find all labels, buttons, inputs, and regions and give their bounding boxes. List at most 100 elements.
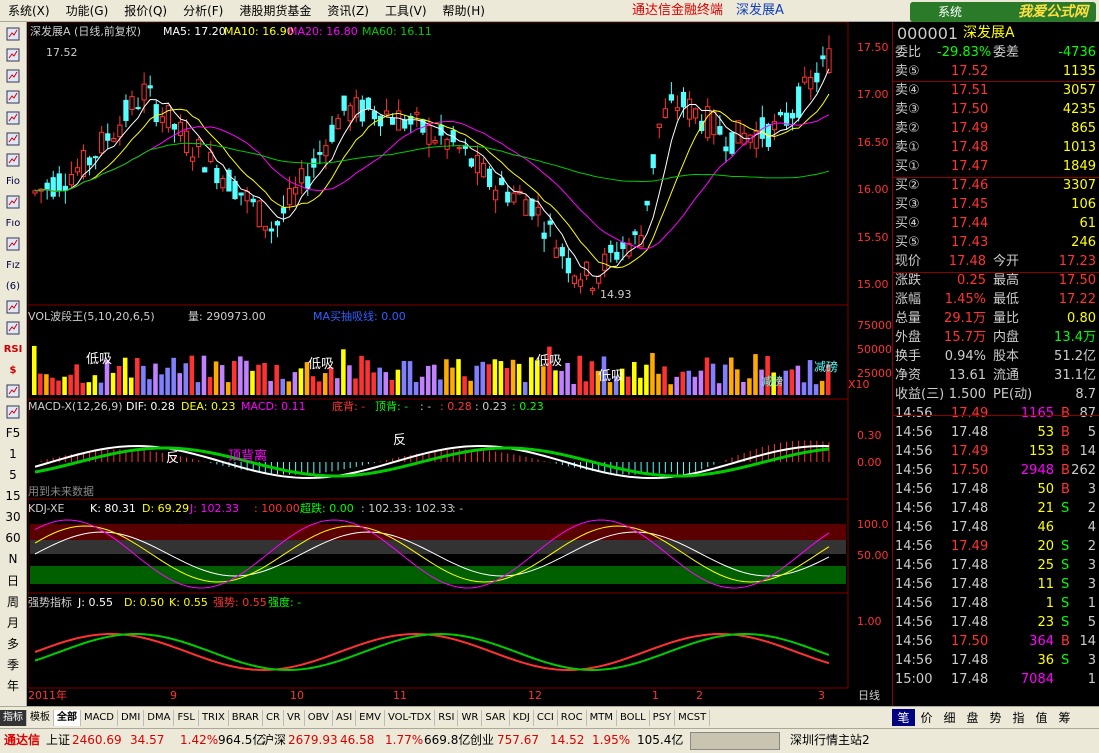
toolbar-button-13[interactable]	[3, 298, 23, 316]
tab-trix[interactable]: TRIX	[199, 709, 229, 726]
menu-tools[interactable]: 工具(V)	[377, 0, 435, 22]
tab-vr[interactable]: VR	[284, 709, 305, 726]
menu-news[interactable]: 资讯(Z)	[319, 0, 377, 22]
toolbar-button-19[interactable]: F5	[3, 424, 23, 442]
x-axis-label: 10	[290, 689, 304, 702]
quote-tab[interactable]: 势	[984, 709, 1007, 726]
tab-cr[interactable]: CR	[263, 709, 284, 726]
toolbar-button-1[interactable]	[3, 46, 23, 64]
toolbar-button-7[interactable]: Fio	[3, 172, 23, 190]
menu-function[interactable]: 功能(G)	[58, 0, 117, 22]
kdj-value: : -	[452, 502, 464, 515]
tab-vol-tdx[interactable]: VOL-TDX	[385, 709, 436, 726]
quote-tab[interactable]: 筹	[1053, 709, 1076, 726]
sz-index[interactable]: 2679.93	[288, 729, 338, 751]
tab-macd[interactable]: MACD	[81, 709, 118, 726]
period-label[interactable]: 日线	[858, 689, 880, 703]
toolbar-button-31[interactable]: 年	[3, 676, 23, 694]
toolbar-button-2[interactable]	[3, 67, 23, 85]
toolbar-button-17[interactable]	[3, 382, 23, 400]
menu-system[interactable]: 系统(X)	[0, 0, 58, 22]
toolbar-button-27[interactable]: 周	[3, 592, 23, 610]
system-button[interactable]: 系统	[938, 2, 962, 22]
tab-psy[interactable]: PSY	[650, 709, 676, 726]
quote-tab[interactable]: 指	[1007, 709, 1030, 726]
toolbar-button-25[interactable]: N	[3, 550, 23, 568]
toolbar-button-6[interactable]	[3, 151, 23, 169]
tab-brar[interactable]: BRAR	[229, 709, 263, 726]
tab-emv[interactable]: EMV	[356, 709, 385, 726]
toolbar-button-18[interactable]	[3, 403, 23, 421]
toolbar-button-3[interactable]	[3, 88, 23, 106]
toolbar-button-29[interactable]: 多	[3, 634, 23, 652]
candle-body	[111, 138, 117, 142]
toolbar-button-0[interactable]	[3, 25, 23, 43]
volume-bar	[389, 379, 395, 395]
cy-index[interactable]: 757.67	[497, 729, 539, 751]
toolbar-button-23[interactable]: 30	[3, 508, 23, 526]
tab-rsi[interactable]: RSI	[435, 709, 459, 726]
candle-body	[814, 72, 820, 83]
toolbar-button-9[interactable]: Fıo	[3, 214, 23, 232]
tab-全部[interactable]: 全部	[54, 709, 81, 726]
tab-fsl[interactable]: FSL	[174, 709, 199, 726]
toolbar-button-10[interactable]	[3, 235, 23, 253]
tab-cci[interactable]: CCI	[534, 709, 558, 726]
quote-tab[interactable]: 盘	[961, 709, 984, 726]
candle-body	[456, 147, 462, 150]
candle-body	[426, 124, 432, 145]
tab-kdj[interactable]: KDJ	[510, 709, 534, 726]
menu-analysis[interactable]: 分析(F)	[175, 0, 231, 22]
quote-tab[interactable]: 细	[938, 709, 961, 726]
toolbar-button-30[interactable]: 季	[3, 655, 23, 673]
volume-bar	[280, 378, 286, 395]
tab-boll[interactable]: BOLL	[617, 709, 650, 726]
toolbar-button-16[interactable]: $	[3, 361, 23, 379]
volume-bar	[310, 376, 316, 395]
tab-mcst[interactable]: MCST	[675, 709, 711, 726]
volume-bar	[335, 378, 340, 395]
quote-tab[interactable]: 值	[1030, 709, 1053, 726]
toolbar-button-21[interactable]: 5	[3, 466, 23, 484]
toolbar-button-28[interactable]: 月	[3, 613, 23, 631]
toolbar-button-4[interactable]	[3, 109, 23, 127]
toolbar-button-26[interactable]: 日	[3, 571, 23, 589]
volume-bar	[292, 372, 298, 395]
quote-tab[interactable]: 笔	[892, 709, 915, 726]
tab-roc[interactable]: ROC	[558, 709, 587, 726]
tab-dmi[interactable]: DMI	[118, 709, 145, 726]
tab-mtm[interactable]: MTM	[587, 709, 617, 726]
toolbar-button-15[interactable]: RSI	[3, 340, 23, 358]
toolbar-button-14[interactable]	[3, 319, 23, 337]
tab-asi[interactable]: ASI	[333, 709, 357, 726]
tab-模板[interactable]: 模板	[27, 709, 54, 726]
menu-hk-futures[interactable]: 港股期货基金	[231, 0, 319, 22]
menu-quote[interactable]: 报价(Q)	[116, 0, 175, 22]
kdj-value: : 102.33	[361, 502, 407, 515]
tab-指标[interactable]: 指标	[0, 709, 27, 726]
menu-help[interactable]: 帮助(H)	[435, 0, 493, 22]
toolbar-button-8[interactable]	[3, 193, 23, 211]
volume-bar	[201, 355, 207, 395]
volume-bar	[813, 384, 819, 395]
tab-dma[interactable]: DMA	[144, 709, 175, 726]
volume-bar	[219, 365, 225, 395]
toolbar-button-11[interactable]: Fız	[3, 256, 23, 274]
sell-level: 卖④ 17.51 3057	[895, 83, 1096, 98]
sh-index[interactable]: 2460.69	[72, 729, 122, 751]
quote-tab[interactable]: 价	[915, 709, 938, 726]
candle-body	[602, 253, 608, 271]
chart-tool-icon	[6, 48, 20, 62]
toolbar-button-22[interactable]: 15	[3, 487, 23, 505]
toolbar-button-24[interactable]: 60	[3, 529, 23, 547]
server-name[interactable]: 深圳行情主站2	[790, 729, 870, 751]
tab-wr[interactable]: WR	[458, 709, 483, 726]
toolbar-button-20[interactable]: 1	[3, 445, 23, 463]
toolbar-button-12[interactable]: (6)	[3, 277, 23, 295]
y-axis-label: 100.0	[857, 518, 889, 531]
vol-multiplier: X10	[848, 378, 870, 391]
toolbar-button-5[interactable]	[3, 130, 23, 148]
volume-bar	[735, 369, 740, 395]
tab-sar[interactable]: SAR	[482, 709, 510, 726]
tab-obv[interactable]: OBV	[305, 709, 333, 726]
